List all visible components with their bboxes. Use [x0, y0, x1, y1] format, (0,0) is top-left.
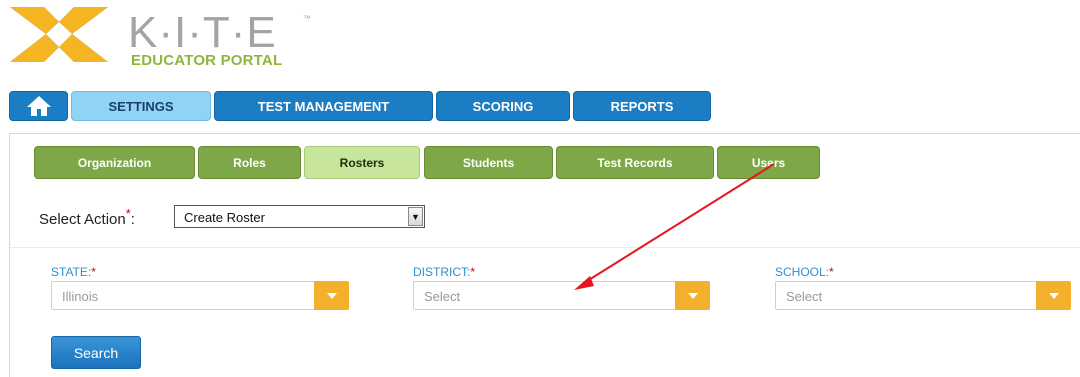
tab-rosters[interactable]: Rosters: [304, 146, 420, 179]
tab-test-records[interactable]: Test Records: [556, 146, 714, 179]
tab-users[interactable]: Users: [717, 146, 820, 179]
state-dropdown-toggle[interactable]: [314, 281, 349, 310]
select-action-dropdown[interactable]: Create Roster ▼: [174, 205, 425, 228]
school-label: SCHOOL:*: [775, 265, 834, 279]
logo-wordmark: K·I·T·E: [128, 8, 277, 57]
caret-down-icon: [687, 292, 698, 299]
tab-roles[interactable]: Roles: [198, 146, 301, 179]
caret-down-icon: [326, 292, 337, 299]
select-action-value: Create Roster: [184, 210, 265, 225]
nav-settings[interactable]: SETTINGS: [71, 91, 211, 121]
chevron-down-icon[interactable]: ▼: [408, 207, 423, 226]
home-button[interactable]: [9, 91, 68, 121]
state-dropdown[interactable]: Illinois: [51, 281, 349, 310]
tab-students[interactable]: Students: [424, 146, 553, 179]
school-dropdown-toggle[interactable]: [1036, 281, 1071, 310]
district-dropdown[interactable]: Select: [413, 281, 710, 310]
school-value: Select: [786, 289, 823, 304]
nav-scoring[interactable]: SCORING: [436, 91, 570, 121]
state-label: STATE:*: [51, 265, 96, 279]
district-label: DISTRICT:*: [413, 265, 476, 279]
kite-logo-icon: [10, 7, 108, 62]
district-value: Select: [424, 289, 461, 304]
home-icon: [26, 96, 51, 116]
nav-reports[interactable]: REPORTS: [573, 91, 711, 121]
logo-subtitle: EDUCATOR PORTAL: [131, 52, 283, 69]
caret-down-icon: [1048, 292, 1059, 299]
search-button[interactable]: Search: [51, 336, 141, 369]
state-value: Illinois: [62, 289, 99, 304]
tab-organization[interactable]: Organization: [34, 146, 195, 179]
school-dropdown[interactable]: Select: [775, 281, 1071, 310]
logo-trademark: ™: [303, 14, 311, 23]
nav-test-management[interactable]: TEST MANAGEMENT: [214, 91, 433, 121]
divider: [10, 247, 1080, 248]
select-action-label: Select Action*:: [39, 206, 135, 228]
district-dropdown-toggle[interactable]: [675, 281, 710, 310]
